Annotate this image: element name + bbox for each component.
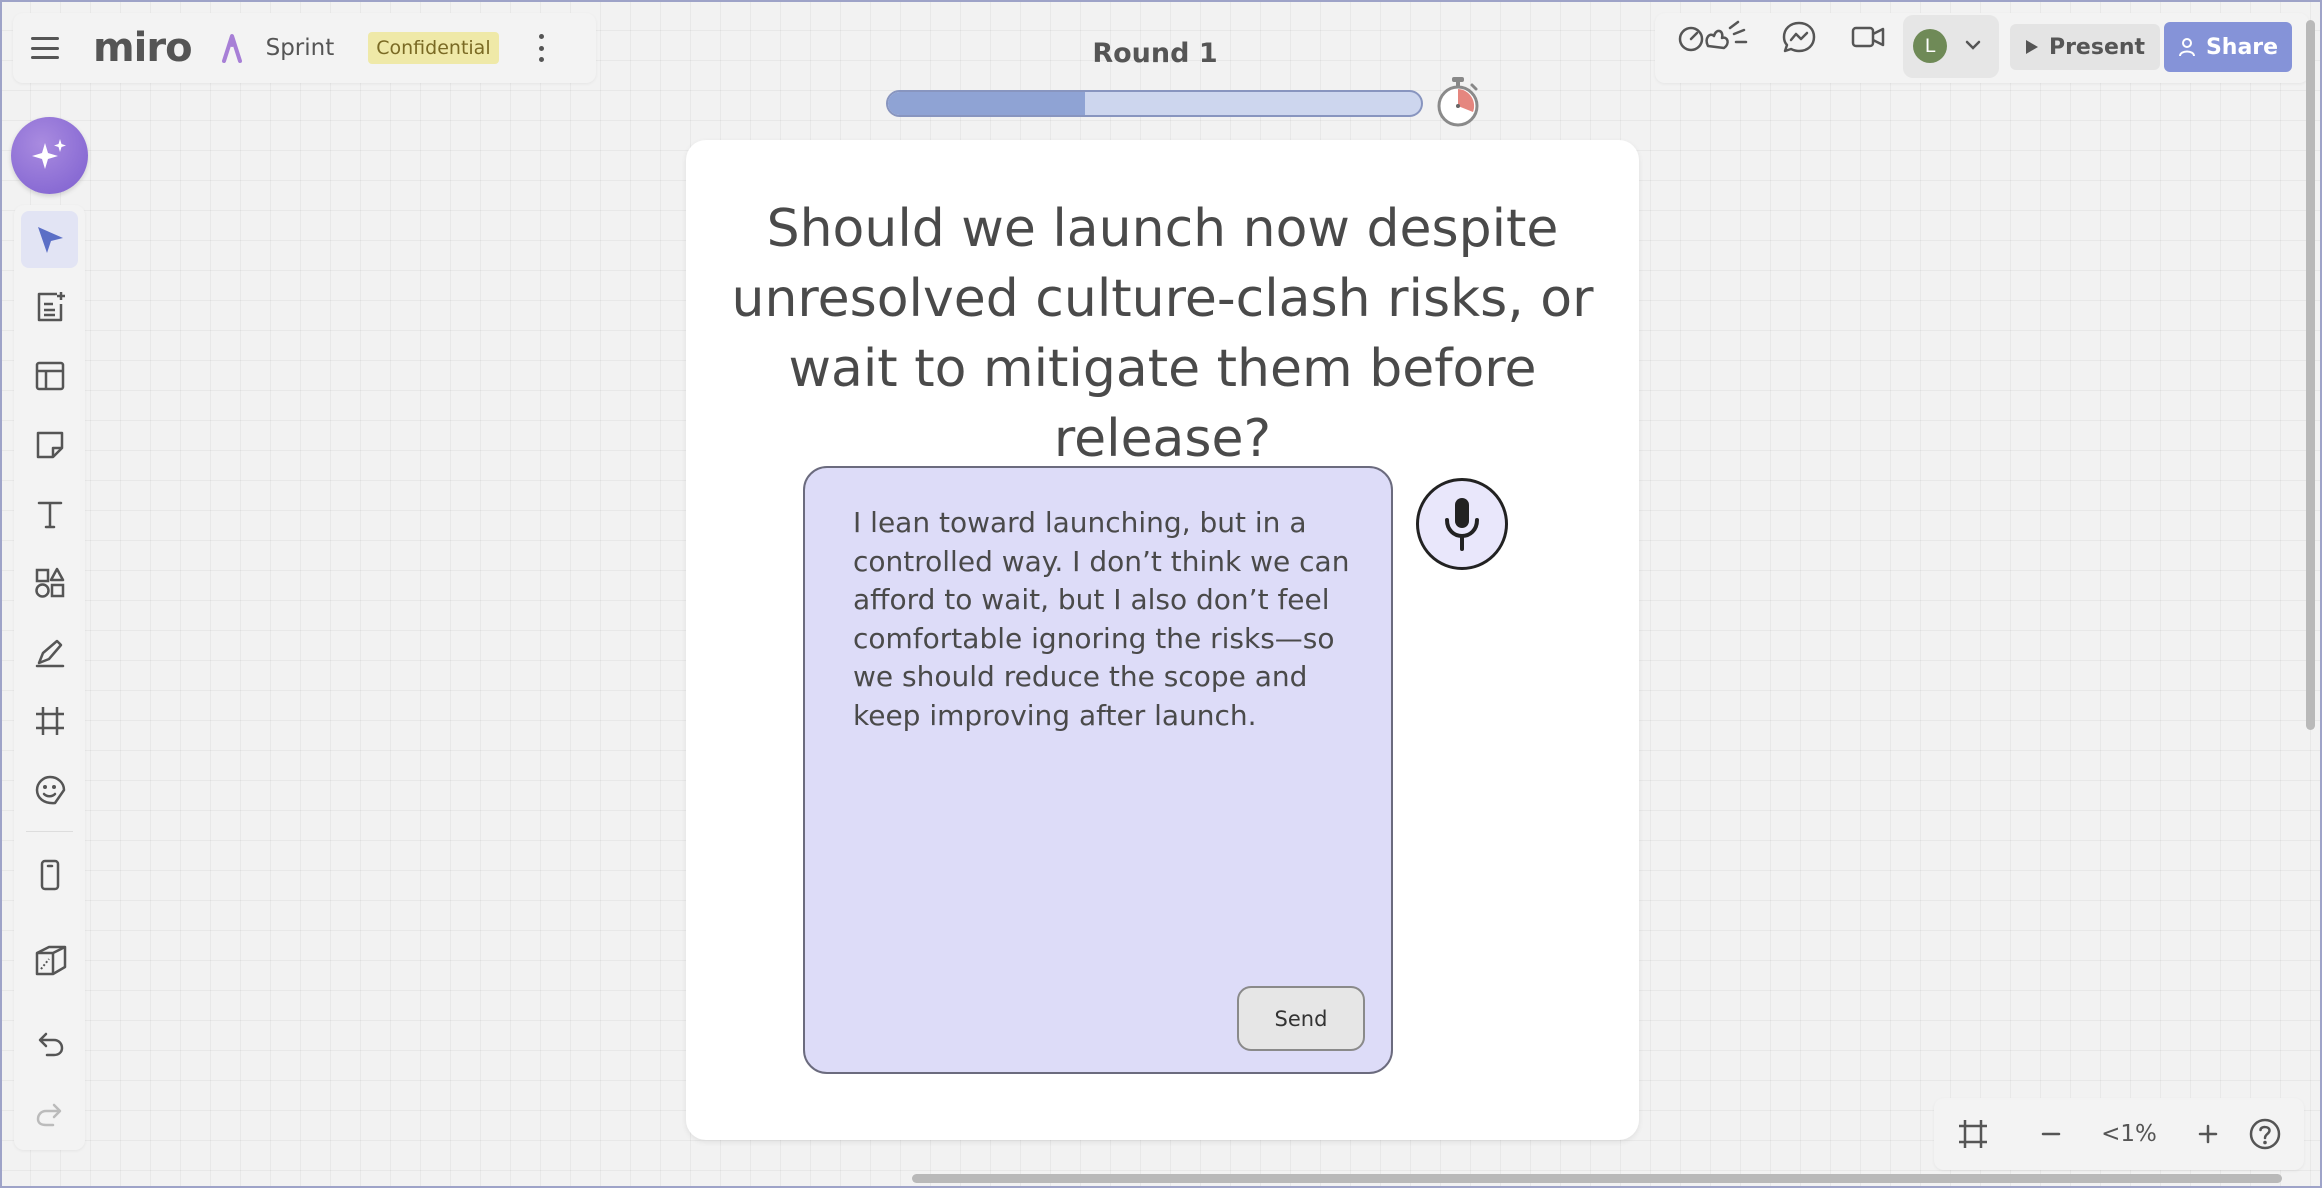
sparkles-icon [31,138,66,169]
redo-button[interactable] [21,1085,78,1142]
round-progress-bar [886,90,1423,117]
fit-to-screen-button[interactable] [1952,1114,1994,1154]
help-button[interactable] [2244,1114,2286,1154]
shapes-icon [34,567,64,598]
sticker-icon [35,775,65,804]
horizontal-scrollbar[interactable] [912,1174,2282,1183]
shapes-tool[interactable] [21,554,78,611]
question-text: Should we launch now despite unresolved … [731,199,1594,469]
zoom-controls: <1% [1934,1098,2304,1170]
help-icon [2249,1118,2281,1150]
cursor-arrow-icon [37,226,63,253]
play-icon [2025,40,2038,54]
templates-tool[interactable] [21,278,78,335]
present-label: Present [2048,34,2146,60]
layout-tool[interactable] [21,347,78,404]
pen-icon [35,639,64,667]
3d-tool[interactable] [21,931,78,988]
question-modal: Should we launch now despite unresolved … [686,140,1639,1140]
round-title: Round 1 [1092,38,1218,69]
select-tool[interactable] [21,211,78,268]
round-progress-fill [888,92,1086,115]
board-name[interactable]: Sprint [266,35,335,61]
timer-icon [1437,77,1479,127]
avatar[interactable]: L [1913,29,1947,63]
sticky-note-icon [36,431,63,458]
user-icon [2178,38,2195,57]
zoom-in-button[interactable] [2187,1114,2229,1154]
microphone-icon [1445,498,1479,551]
send-button[interactable]: Send [1237,986,1365,1051]
stickers-tool[interactable] [21,761,78,818]
chat-icon[interactable] [1781,20,1817,54]
layout-icon [35,361,64,390]
classification-badge[interactable]: Confidential [368,32,499,64]
ai-assistant-button[interactable] [11,117,88,194]
sticky-note-tool[interactable] [21,416,78,473]
reactions-icon[interactable] [1678,20,1748,54]
chevron-down-icon [1965,40,1981,50]
frame-fit-icon [1959,1120,1987,1148]
phone-frame-tool[interactable] [21,846,78,903]
user-menu[interactable]: L [1903,15,1999,78]
share-button[interactable]: Share [2164,22,2292,72]
cube-icon [35,945,66,975]
frame-icon [35,706,64,735]
video-call-icon[interactable] [1850,20,1886,54]
document-add-icon [37,291,65,321]
miro-logo[interactable]: miro [93,25,193,71]
menu-icon[interactable] [31,37,59,59]
undo-icon [38,1032,63,1056]
answer-input[interactable]: I lean toward launching, but in a contro… [803,466,1393,1074]
zoom-out-button[interactable] [2030,1114,2072,1154]
microphone-button[interactable] [1416,478,1508,570]
toolbar-divider [26,831,73,832]
frame-tool[interactable] [21,692,78,749]
zoom-level[interactable]: <1% [2084,1114,2174,1154]
share-label: Share [2205,34,2279,60]
present-button[interactable]: Present [2010,24,2160,70]
undo-button[interactable] [21,1016,78,1073]
text-icon [37,501,62,528]
pen-tool[interactable] [21,623,78,680]
text-tool[interactable] [21,485,78,542]
vertical-scrollbar[interactable] [2306,20,2315,730]
more-options-icon[interactable] [538,34,545,62]
board-icon [221,34,242,63]
plus-icon [2198,1124,2218,1144]
minus-icon [2041,1132,2061,1136]
top-left-bar: miro Sprint Confidential [13,13,596,83]
left-toolbar [14,205,85,1150]
phone-icon [40,859,59,890]
redo-icon [36,1103,61,1126]
answer-text[interactable]: I lean toward launching, but in a contro… [853,504,1353,735]
